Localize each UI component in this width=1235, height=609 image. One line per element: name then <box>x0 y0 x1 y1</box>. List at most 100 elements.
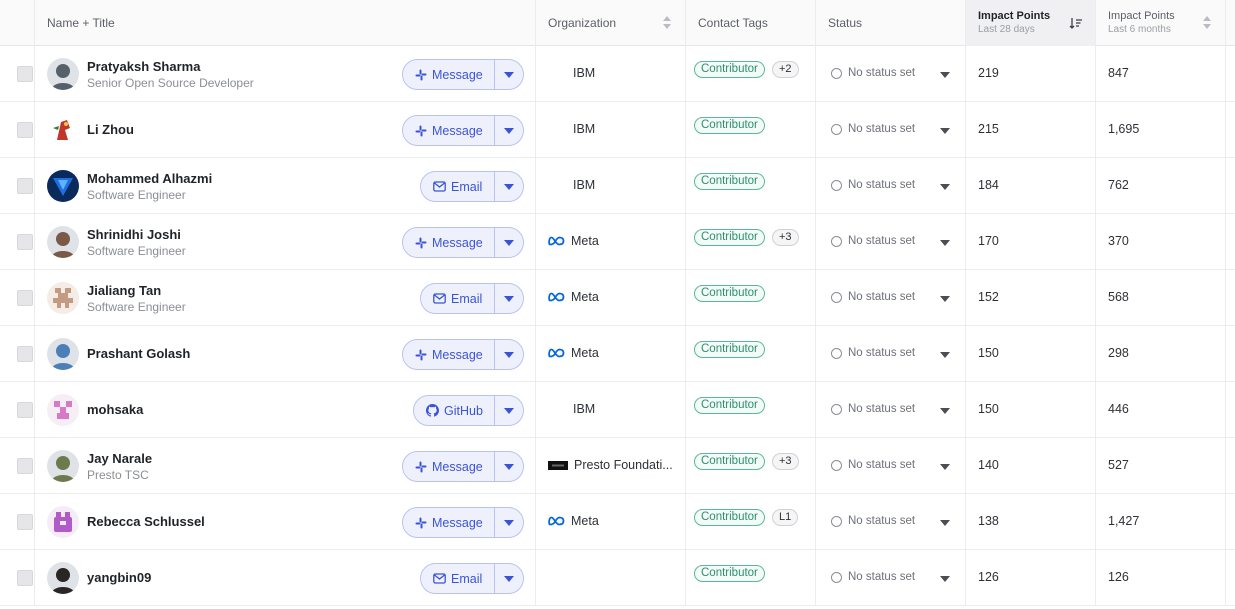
row-checkbox[interactable] <box>17 402 33 418</box>
table-row[interactable]: Rebecca Schlussel Message Meta Contributor L… <box>0 494 1235 550</box>
contact-action-main[interactable]: Message <box>403 60 494 89</box>
contact-action-main[interactable]: Message <box>403 228 494 257</box>
status-select[interactable]: No status set <box>831 403 915 415</box>
chevron-down-icon[interactable] <box>940 72 950 78</box>
organization[interactable]: Meta <box>548 514 599 528</box>
contact-name[interactable]: Jay Narale <box>87 451 152 466</box>
contact-action-button[interactable]: Message <box>402 451 524 482</box>
status-select[interactable]: No status set <box>831 291 915 303</box>
contact-action-button[interactable]: GitHub <box>413 395 524 426</box>
organization[interactable]: IBM <box>573 178 595 192</box>
contact-action-main[interactable]: Message <box>403 340 494 369</box>
organization[interactable]: IBM <box>573 66 595 80</box>
contact-action-dropdown[interactable] <box>494 564 523 593</box>
table-row[interactable]: Prashant Golash Message Meta Contributor No … <box>0 326 1235 382</box>
contact-action-dropdown[interactable] <box>494 508 523 537</box>
contact-tag[interactable]: Contributor <box>694 509 765 526</box>
contact-tag[interactable]: Contributor <box>694 61 765 78</box>
extra-tags-badge[interactable]: +3 <box>772 453 799 470</box>
row-checkbox[interactable] <box>17 290 33 306</box>
chevron-down-icon[interactable] <box>940 184 950 190</box>
chevron-down-icon[interactable] <box>940 296 950 302</box>
contact-name[interactable]: mohsaka <box>87 402 143 417</box>
organization[interactable]: Meta <box>548 234 599 248</box>
header-contact-tags[interactable]: Contact Tags <box>686 0 816 46</box>
contact-action-main[interactable]: Email <box>421 564 494 593</box>
contact-name[interactable]: Prashant Golash <box>87 346 190 361</box>
extra-tags-badge[interactable]: L1 <box>772 509 799 526</box>
table-row[interactable]: Jialiang Tan Software Engineer Email Meta Co… <box>0 270 1235 326</box>
contact-action-main[interactable]: Message <box>403 508 494 537</box>
status-select[interactable]: No status set <box>831 235 915 247</box>
contact-tag[interactable]: Contributor <box>694 173 765 190</box>
status-select[interactable]: No status set <box>831 123 915 135</box>
table-row[interactable]: Jay Narale Presto TSC Message Presto Founda… <box>0 438 1235 494</box>
contact-tag[interactable]: Contributor <box>694 453 765 470</box>
row-checkbox[interactable] <box>17 234 33 250</box>
row-checkbox[interactable] <box>17 122 33 138</box>
contact-tag[interactable]: Contributor <box>694 341 765 358</box>
organization[interactable]: IBM <box>573 402 595 416</box>
status-select[interactable]: No status set <box>831 571 915 583</box>
header-organization[interactable]: Organization <box>536 0 686 46</box>
chevron-down-icon[interactable] <box>940 520 950 526</box>
extra-tags-badge[interactable]: +2 <box>772 61 799 78</box>
organization[interactable]: Meta <box>548 346 599 360</box>
contact-action-main[interactable]: Message <box>403 452 494 481</box>
organization[interactable]: Presto Foundati... <box>548 458 673 472</box>
contact-action-dropdown[interactable] <box>494 172 523 201</box>
table-row[interactable]: Shrinidhi Joshi Software Engineer Message M… <box>0 214 1235 270</box>
table-row[interactable]: yangbin09 Email Contributor No status set 12… <box>0 550 1235 606</box>
header-impact-6-months[interactable]: Impact Points Last 6 months <box>1096 0 1226 46</box>
row-checkbox[interactable] <box>17 458 33 474</box>
contact-action-main[interactable]: Email <box>421 284 494 313</box>
row-checkbox[interactable] <box>17 514 33 530</box>
contact-action-dropdown[interactable] <box>494 60 523 89</box>
contact-name[interactable]: Jialiang Tan <box>87 283 161 298</box>
contact-action-main[interactable]: GitHub <box>414 396 494 425</box>
sort-icon[interactable] <box>1203 16 1211 30</box>
contact-action-button[interactable]: Message <box>402 339 524 370</box>
table-row[interactable]: Li Zhou Message IBM Contributor No status se… <box>0 102 1235 158</box>
contact-name[interactable]: Li Zhou <box>87 122 134 137</box>
status-select[interactable]: No status set <box>831 179 915 191</box>
contact-action-button[interactable]: Message <box>402 507 524 538</box>
contact-tag[interactable]: Contributor <box>694 117 765 134</box>
table-row[interactable]: Mohammed Alhazmi Software Engineer Email IB… <box>0 158 1235 214</box>
header-name-title[interactable]: Name + Title <box>35 0 536 46</box>
header-impact-28-days[interactable]: Impact Points Last 28 days <box>966 0 1096 46</box>
organization[interactable]: Meta <box>548 290 599 304</box>
contact-action-button[interactable]: Message <box>402 227 524 258</box>
contact-name[interactable]: Rebecca Schlussel <box>87 514 205 529</box>
organization[interactable]: IBM <box>573 122 595 136</box>
row-checkbox[interactable] <box>17 178 33 194</box>
chevron-down-icon[interactable] <box>940 464 950 470</box>
chevron-down-icon[interactable] <box>940 240 950 246</box>
contact-name[interactable]: Shrinidhi Joshi <box>87 227 181 242</box>
status-select[interactable]: No status set <box>831 459 915 471</box>
contact-action-main[interactable]: Message <box>403 116 494 145</box>
contact-tag[interactable]: Contributor <box>694 285 765 302</box>
chevron-down-icon[interactable] <box>940 576 950 582</box>
contact-action-dropdown[interactable] <box>494 340 523 369</box>
contact-action-dropdown[interactable] <box>494 116 523 145</box>
chevron-down-icon[interactable] <box>940 128 950 134</box>
contact-name[interactable]: Mohammed Alhazmi <box>87 171 212 186</box>
contact-tag[interactable]: Contributor <box>694 397 765 414</box>
header-status[interactable]: Status <box>816 0 966 46</box>
table-row[interactable]: Pratyaksh Sharma Senior Open Source Devel… <box>0 46 1235 102</box>
contact-action-button[interactable]: Message <box>402 115 524 146</box>
contact-tag[interactable]: Contributor <box>694 229 765 246</box>
contact-tag[interactable]: Contributor <box>694 565 765 582</box>
status-select[interactable]: No status set <box>831 515 915 527</box>
contact-action-button[interactable]: Message <box>402 59 524 90</box>
status-select[interactable]: No status set <box>831 67 915 79</box>
row-checkbox[interactable] <box>17 346 33 362</box>
contact-action-dropdown[interactable] <box>494 396 523 425</box>
contact-action-dropdown[interactable] <box>494 228 523 257</box>
extra-tags-badge[interactable]: +3 <box>772 229 799 246</box>
row-checkbox[interactable] <box>17 66 33 82</box>
contact-name[interactable]: Pratyaksh Sharma <box>87 59 200 74</box>
contact-action-button[interactable]: Email <box>420 283 524 314</box>
table-row[interactable]: mohsaka GitHub IBM Contributor No status set… <box>0 382 1235 438</box>
